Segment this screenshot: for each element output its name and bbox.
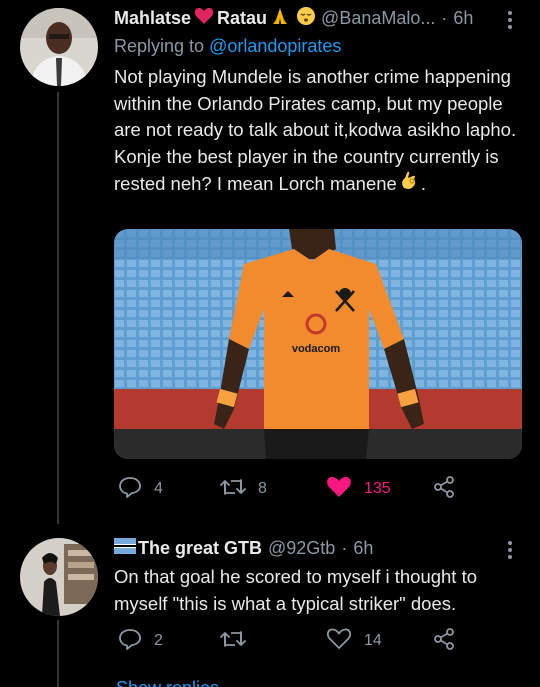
time-separator: ·: [341, 537, 348, 558]
reply-count: 4: [154, 480, 163, 497]
time-separator: ·: [441, 7, 448, 28]
heart-outline-icon: [326, 628, 352, 655]
tweet-media-image[interactable]: vodacom: [114, 229, 522, 459]
tweet-text-content: On that goal he scored to myself i thoug…: [114, 566, 478, 614]
display-name-part2[interactable]: Ratau: [217, 8, 267, 29]
reply-button[interactable]: 4: [118, 476, 163, 503]
replying-to-link[interactable]: @orlandopirates: [209, 36, 341, 56]
tweet-text-content: Not playing Mundele is another crime hap…: [114, 66, 517, 194]
like-button[interactable]: 14: [326, 628, 382, 655]
tweet-header: The great GTB @92Gtb · 6h: [114, 536, 510, 560]
kit-sponsor-text: vodacom: [292, 343, 341, 355]
like-button[interactable]: 135: [326, 476, 391, 503]
relieved-face-icon: [296, 6, 316, 31]
retweet-icon: [220, 477, 246, 502]
more-options-icon[interactable]: [508, 538, 514, 562]
reply-button[interactable]: 2: [118, 628, 163, 655]
retweet-button[interactable]: [220, 629, 258, 654]
replying-to-label: Replying to: [114, 36, 205, 56]
tweet-actions: 4 8 135: [114, 474, 534, 504]
tweet-header: Mahlatse Ratau @BanaMalo... · 6h: [114, 6, 510, 30]
replying-to: Replying to @orlandopirates: [114, 36, 341, 57]
share-button[interactable]: [432, 627, 456, 656]
tweet-text: Not playing Mundele is another crime hap…: [114, 64, 519, 198]
retweet-count: 8: [258, 480, 267, 497]
tweet-2[interactable]: The great GTB @92Gtb · 6h On that goal h…: [0, 530, 540, 680]
handle[interactable]: @92Gtb: [268, 538, 335, 559]
folded-hands-icon: [270, 6, 290, 31]
ok-hand-icon: [400, 170, 418, 198]
botswana-flag-icon: [114, 537, 136, 559]
like-count: 135: [364, 480, 391, 497]
handle[interactable]: @BanaMalo...: [321, 8, 435, 29]
tweet-text-tail: .: [420, 173, 426, 194]
avatar[interactable]: [20, 8, 98, 86]
heart-filled-icon: [326, 476, 352, 503]
display-name[interactable]: Mahlatse: [114, 8, 191, 29]
tweet-1[interactable]: Mahlatse Ratau @BanaMalo... · 6h Replyin…: [0, 0, 540, 520]
retweet-button[interactable]: 8: [220, 477, 267, 502]
reply-count: 2: [154, 632, 163, 649]
share-icon: [432, 627, 456, 656]
timestamp[interactable]: 6h: [453, 8, 473, 29]
like-count: 14: [364, 632, 382, 649]
tweet-actions: 2 14: [114, 626, 534, 656]
display-name[interactable]: The great GTB: [138, 538, 262, 559]
reply-icon: [118, 476, 142, 503]
share-icon: [432, 475, 456, 504]
timestamp[interactable]: 6h: [353, 538, 373, 559]
tweet-text: On that goal he scored to myself i thoug…: [114, 564, 519, 617]
avatar[interactable]: [20, 538, 98, 616]
share-button[interactable]: [432, 475, 456, 504]
reply-icon: [118, 628, 142, 655]
show-replies-link[interactable]: Show replies: [116, 678, 219, 687]
retweet-icon: [220, 629, 246, 654]
more-options-icon[interactable]: [508, 8, 514, 32]
red-heart-icon: [194, 7, 214, 30]
